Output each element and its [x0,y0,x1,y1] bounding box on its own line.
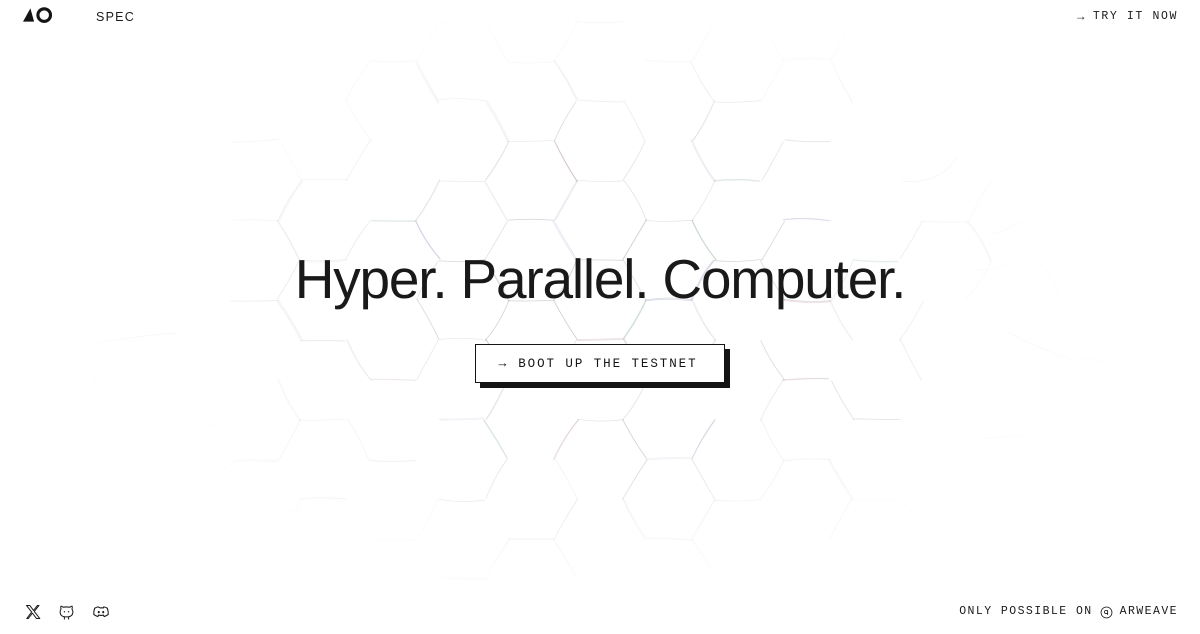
arweave-attribution-prefix: ONLY POSSIBLE ON [959,605,1093,619]
github-link[interactable] [56,602,77,623]
hero-section: Hyper. Parallel. Computer. → BOOT UP THE… [0,0,1200,634]
discord-icon [92,606,109,618]
page-title: Hyper. Parallel. Computer. [294,247,907,310]
try-it-now-label: TRY IT NOW [1092,10,1178,24]
arrow-right-icon: → [1077,10,1086,24]
ao-logo[interactable] [22,6,53,28]
arweave-attribution[interactable]: ONLY POSSIBLE ON ARWEAVE [959,606,1178,619]
hexagonal-mesh-visual [36,0,1144,634]
arrow-right-icon: → [498,356,509,372]
x-twitter-link[interactable] [22,602,43,623]
try-it-now-button[interactable]: → TRY IT NOW [1077,11,1178,23]
github-icon [59,605,74,620]
arweave-logo-icon [1100,606,1113,618]
social-links [22,602,111,623]
cta-wrapper: → BOOT UP THE TESTNET [475,344,725,384]
brand-group: SPEC [22,6,135,28]
arweave-brand-label: ARWEAVE [1119,605,1178,619]
boot-up-testnet-label: BOOT UP THE TESTNET [518,356,698,371]
boot-up-testnet-button[interactable]: → BOOT UP THE TESTNET [475,344,725,384]
x-twitter-icon [25,604,40,620]
nav-link-spec[interactable]: SPEC [96,11,135,24]
ao-logo-icon [23,6,53,23]
landing-page: SPEC → TRY IT NOW Hyper. Parallel. Compu… [0,0,1200,634]
site-header: SPEC → TRY IT NOW [0,0,1200,34]
discord-link[interactable] [90,602,111,623]
site-footer: ONLY POSSIBLE ON ARWEAVE [0,590,1200,634]
